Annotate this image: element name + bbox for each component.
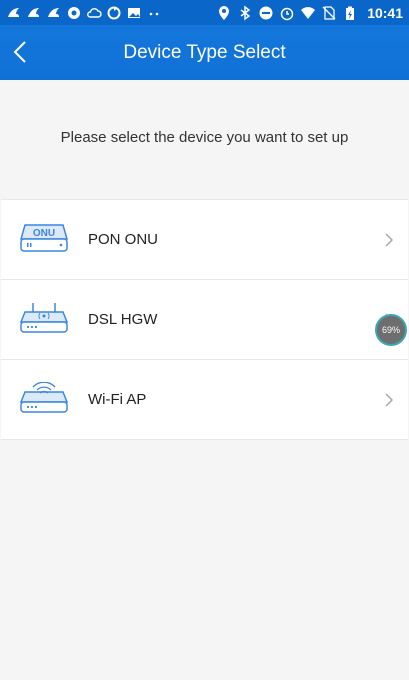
no-sim-icon bbox=[321, 5, 337, 21]
chevron-right-icon bbox=[385, 393, 394, 407]
onu-label: ONU bbox=[33, 228, 55, 239]
chat-icon bbox=[66, 5, 82, 21]
status-right-icons: 10:41 bbox=[216, 5, 403, 21]
page-title: Device Type Select bbox=[123, 41, 286, 63]
instruction-text: Please select the device you want to set… bbox=[60, 129, 349, 146]
uc-browser-icon bbox=[6, 5, 22, 21]
back-button[interactable] bbox=[4, 35, 36, 69]
chevron-left-icon bbox=[13, 41, 26, 63]
uc-browser-icon bbox=[46, 5, 62, 21]
status-left-icons bbox=[6, 5, 162, 21]
image-icon bbox=[126, 5, 142, 21]
uc-browser-icon bbox=[26, 5, 42, 21]
device-item-dsl-hgw[interactable]: DSL HGW bbox=[1, 279, 408, 359]
wifi-ap-icon bbox=[19, 382, 69, 413]
device-type-list: ONU PON ONU DSL HGW Wi-Fi AP bbox=[1, 199, 408, 440]
chevron-right-icon bbox=[385, 233, 394, 247]
app-bar: Device Type Select bbox=[0, 25, 409, 80]
status-time: 10:41 bbox=[367, 4, 403, 21]
device-label: Wi-Fi AP bbox=[88, 391, 147, 408]
dsl-router-icon bbox=[19, 303, 69, 333]
cloud-icon bbox=[86, 5, 102, 21]
bluetooth-icon bbox=[237, 5, 253, 21]
more-dots-icon bbox=[146, 5, 162, 21]
do-not-disturb-icon bbox=[258, 5, 274, 21]
pon-onu-icon: ONU bbox=[20, 224, 68, 252]
wifi-icon bbox=[300, 5, 316, 21]
sync-icon bbox=[106, 5, 122, 21]
battery-icon bbox=[342, 5, 358, 21]
floating-widget-text: 69% bbox=[381, 325, 400, 335]
device-label: DSL HGW bbox=[88, 311, 158, 328]
floating-memory-widget[interactable]: 69% bbox=[375, 314, 407, 346]
device-item-wifi-ap[interactable]: Wi-Fi AP bbox=[1, 359, 408, 439]
device-item-pon-onu[interactable]: ONU PON ONU bbox=[1, 200, 408, 279]
device-label: PON ONU bbox=[88, 231, 159, 248]
status-bar: 10:41 bbox=[0, 0, 409, 25]
alarm-icon bbox=[279, 5, 295, 21]
location-icon bbox=[216, 5, 232, 21]
